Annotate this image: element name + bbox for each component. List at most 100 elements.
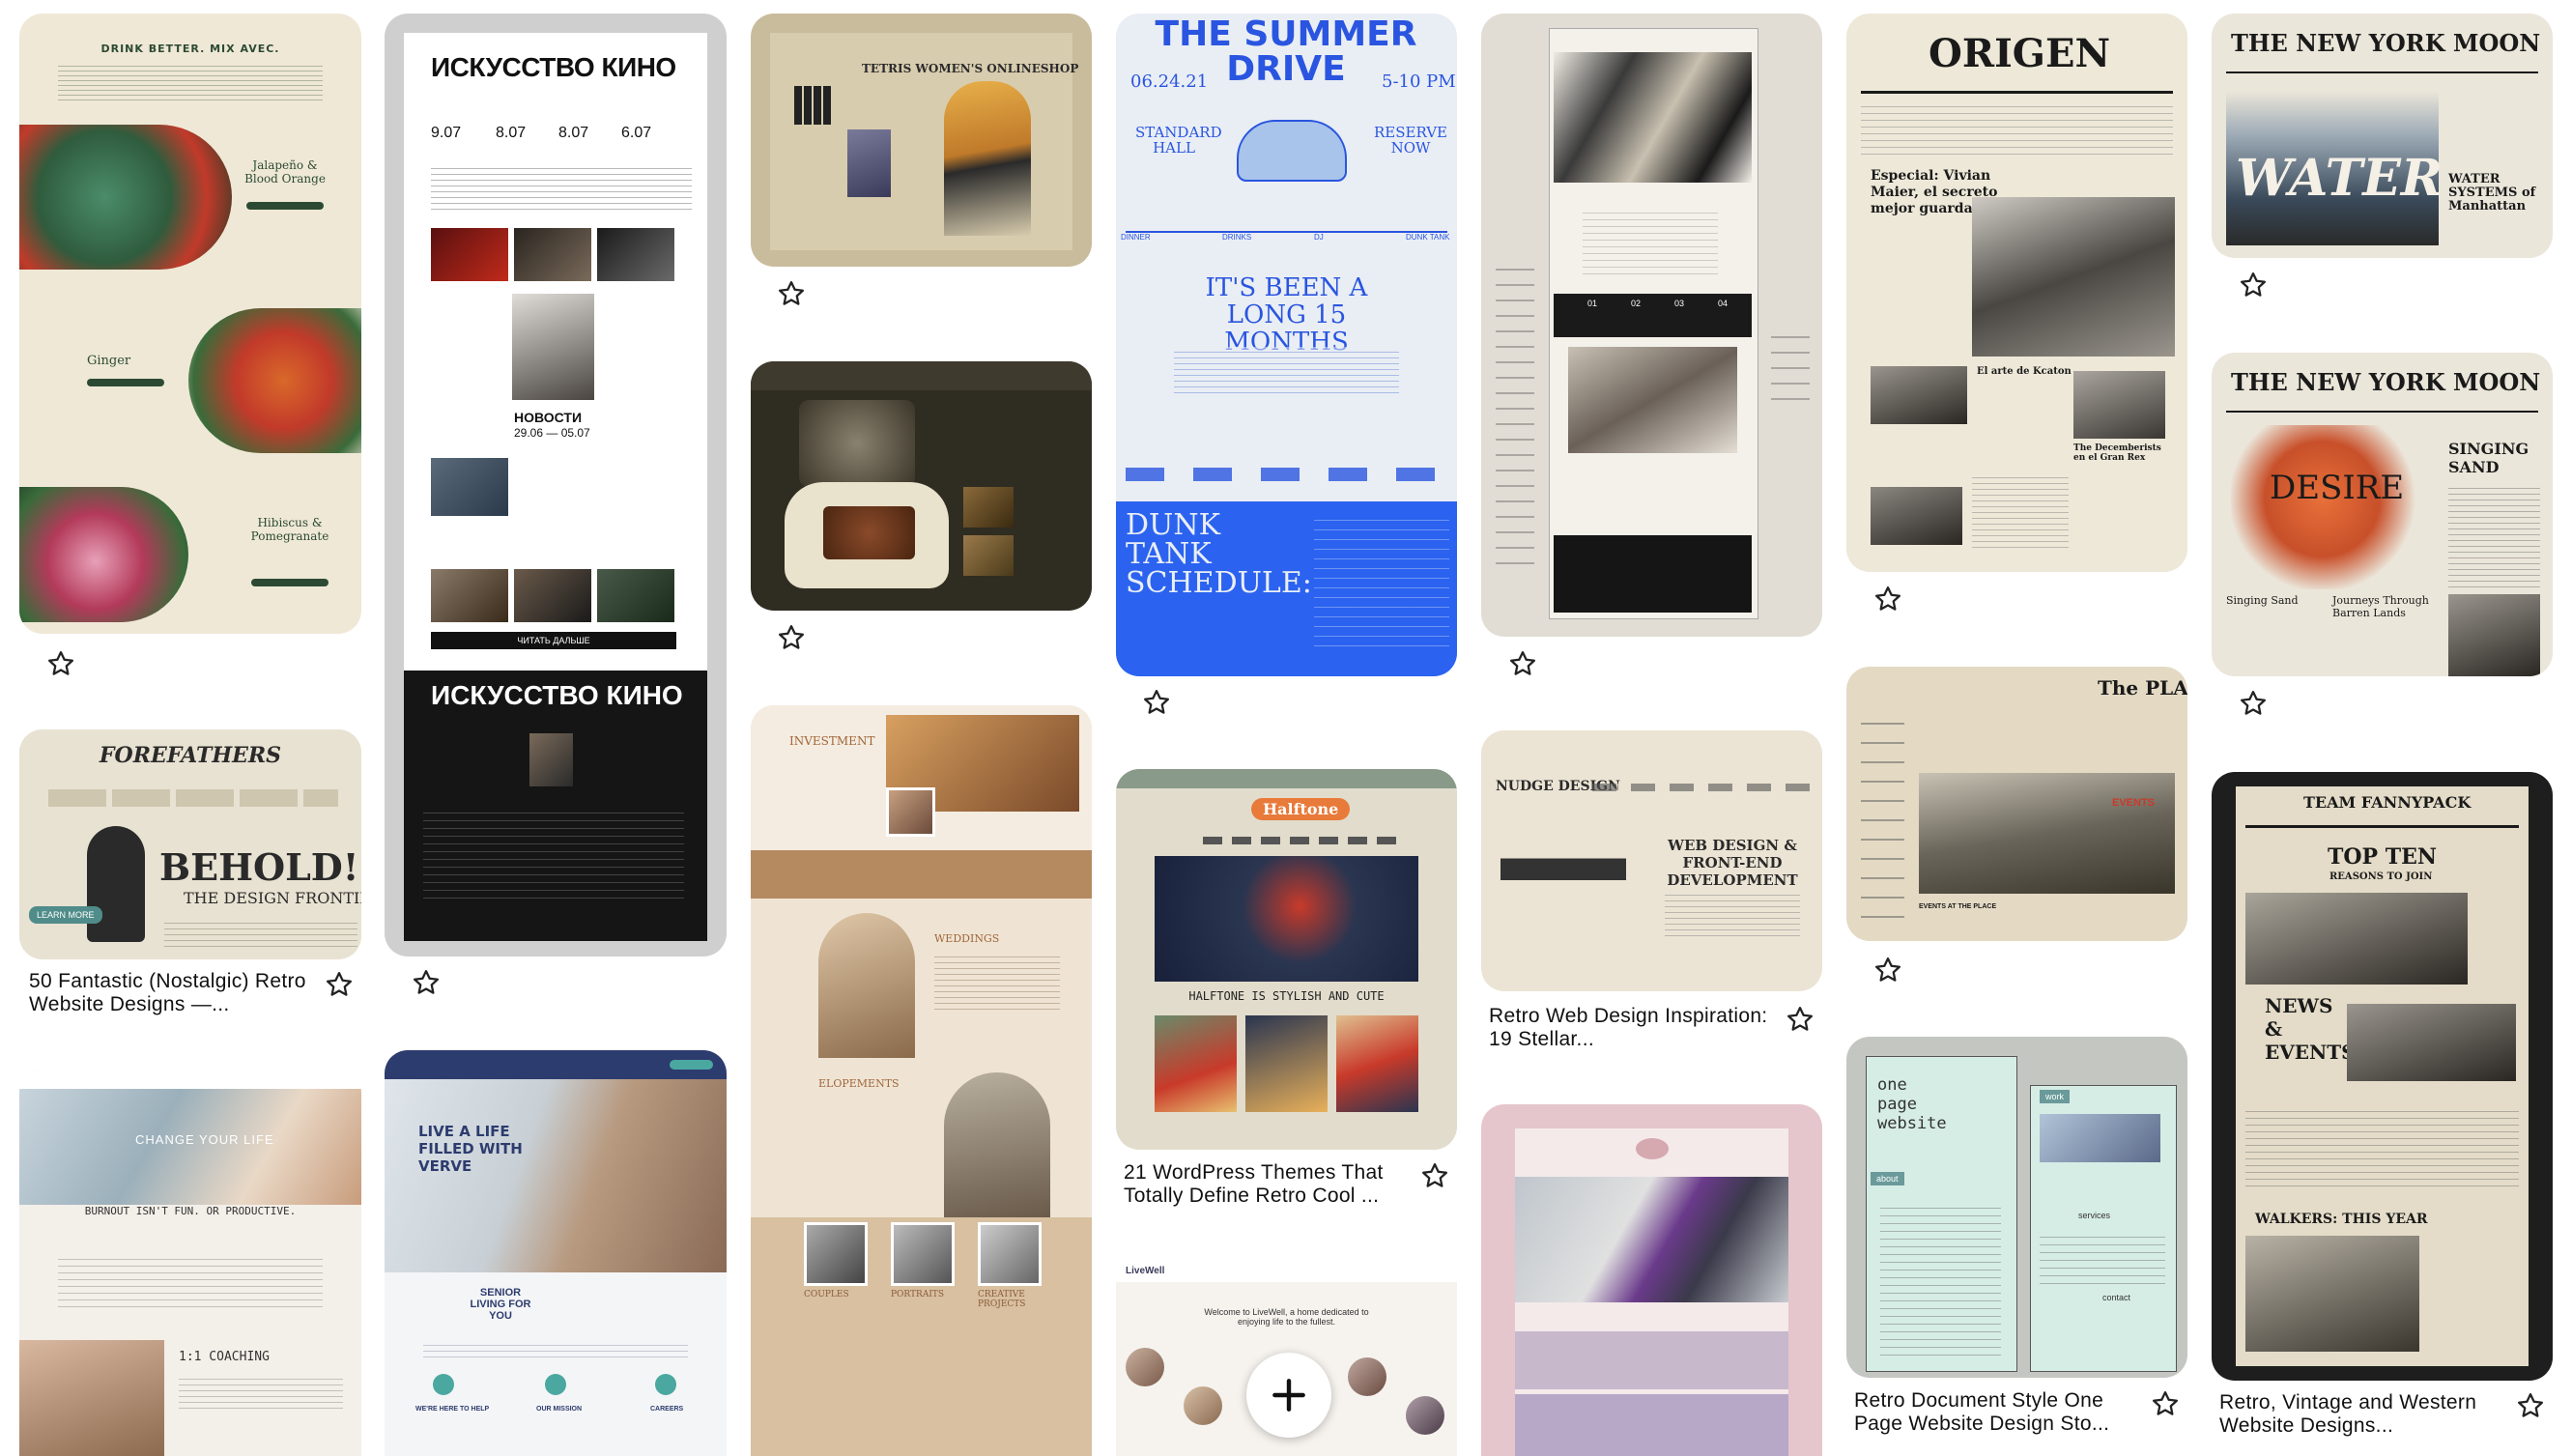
pin-title: The PLACE bbox=[2098, 676, 2187, 699]
pin-text-lines bbox=[934, 952, 1060, 1010]
pin-nav-bar bbox=[751, 361, 1092, 390]
save-star-icon[interactable] bbox=[777, 279, 806, 308]
pin-verve[interactable]: LIVE A LIFE FILLED WITH VERVE SENIOR LIV… bbox=[385, 1050, 727, 1456]
pin-subheadline: THE DESIGN FRONTIER bbox=[184, 889, 361, 907]
pin-ny-moon-water[interactable]: THE NEW YORK MOON WATER WATER SYSTEMS of… bbox=[2212, 14, 2553, 258]
pin-tetris[interactable]: TETRIS WOMEN'S ONLINESHOP bbox=[751, 14, 1092, 267]
pin-nav-item: DINNER bbox=[1121, 233, 1151, 242]
pin-nav-item: DUNK TANK bbox=[1406, 233, 1450, 242]
pin-column-title: Journeys Through Barren Lands bbox=[2332, 594, 2429, 619]
pin-button bbox=[87, 379, 164, 386]
pin-photo bbox=[2245, 1236, 2419, 1352]
pin-photo bbox=[1919, 773, 2175, 894]
pin-subheadline: The Decemberists en el Gran Rex bbox=[2073, 443, 2161, 463]
pin-band bbox=[751, 850, 1092, 899]
pin-nav-bar bbox=[1116, 1261, 1457, 1282]
pin-illustration bbox=[2231, 425, 2434, 589]
car-illustration bbox=[1237, 120, 1347, 182]
pin-column-title: WE'RE HERE TO HELP bbox=[415, 1406, 490, 1413]
pin-image bbox=[19, 487, 188, 622]
pin-subheadline: EVENTS AT THE PLACE bbox=[1919, 903, 1997, 910]
pin-coaching[interactable]: CHANGE YOUR LIFE BURNOUT ISN'T FUN. OR P… bbox=[19, 1070, 361, 1456]
pin-nav-bar bbox=[1116, 769, 1457, 788]
save-star-icon[interactable] bbox=[2239, 271, 2268, 300]
pin-caption[interactable]: 50 Fantastic (Nostalgic) Retro Website D… bbox=[29, 970, 309, 1016]
pin-column-title: PORTRAITS bbox=[891, 1290, 945, 1299]
save-star-icon[interactable] bbox=[777, 623, 806, 652]
pin-subheadline: WATER SYSTEMS of Manhattan bbox=[2448, 172, 2536, 214]
save-star-icon[interactable] bbox=[2239, 689, 2268, 718]
pin-read-more: ЧИТАТЬ ДАЛЬШЕ bbox=[431, 632, 676, 649]
pin-yoga-pink[interactable] bbox=[1481, 1104, 1822, 1456]
pin-ny-moon-desire[interactable]: THE NEW YORK MOON DESIRE SINGING SAND Si… bbox=[2212, 353, 2553, 676]
pin-caption[interactable]: 21 WordPress Themes That Totally Define … bbox=[1124, 1161, 1404, 1208]
pin-schedule-title: DUNK TANK SCHEDULE: bbox=[1126, 508, 1312, 600]
pin-text-lines bbox=[58, 1253, 323, 1311]
save-star-icon[interactable] bbox=[412, 968, 441, 997]
pin-button bbox=[246, 202, 324, 210]
pin-the-place[interactable]: The PLACE EVENTS EVENTS AT THE PLACE bbox=[1846, 667, 2187, 941]
pin-button bbox=[251, 579, 329, 586]
pin-sidebar-menu bbox=[1861, 705, 1904, 918]
pin-text-lines bbox=[1174, 347, 1399, 395]
pin-icon-circle bbox=[655, 1374, 676, 1395]
pin-nav-item: DRINKS bbox=[1222, 233, 1252, 242]
pin-collage-magazine[interactable]: 01 02 03 04 bbox=[1481, 14, 1822, 637]
pin-photo bbox=[431, 569, 508, 622]
save-star-icon[interactable] bbox=[2516, 1391, 2545, 1420]
pin-section-title: INVESTMENT bbox=[789, 734, 875, 748]
pin-text-lines bbox=[2245, 1105, 2519, 1192]
pin-forefathers[interactable]: FOREFATHERS BEHOLD! THE DESIGN FRONTIER … bbox=[19, 729, 361, 959]
save-star-icon[interactable] bbox=[1420, 1161, 1449, 1190]
pin-section-title: contact bbox=[2102, 1293, 2131, 1302]
save-star-icon[interactable] bbox=[2151, 1389, 2180, 1418]
save-star-icon[interactable] bbox=[1508, 649, 1537, 678]
pin-text-lines bbox=[1583, 207, 1718, 274]
pin-headline: IT'S BEEN A LONG 15 MONTHS bbox=[1205, 273, 1368, 357]
create-pin-button[interactable] bbox=[1246, 1353, 1331, 1438]
pin-nudge-design[interactable]: NUDGE DESIGN WEB DESIGN & FRONT-END DEVE… bbox=[1481, 730, 1822, 991]
pin-image bbox=[19, 1340, 164, 1456]
pin-caption[interactable]: Retro, Vintage and Western Website Desig… bbox=[2219, 1391, 2500, 1438]
save-star-icon[interactable] bbox=[46, 649, 75, 678]
pin-icon-circle bbox=[433, 1374, 454, 1395]
pin-wedding-photographer[interactable]: INVESTMENT WEDDINGS ELOPEMENTS COUPLES P… bbox=[751, 705, 1092, 1456]
pin-section-title: NEWS & EVENTS bbox=[2265, 994, 2356, 1064]
pin-photo bbox=[963, 487, 1014, 528]
pin-text-lines bbox=[423, 806, 684, 902]
pin-rule bbox=[2226, 411, 2538, 413]
pin-photo bbox=[431, 458, 508, 516]
pin-brand: Halftone bbox=[1251, 798, 1351, 820]
pin-section-title: services bbox=[2078, 1211, 2111, 1220]
pin-halftone[interactable]: Halftone HALFTONE IS STYLISH AND CUTE bbox=[1116, 769, 1457, 1150]
pin-summer-drive[interactable]: THE SUMMER DRIVE 06.24.21 5-10 PM STANDA… bbox=[1116, 14, 1457, 676]
pin-garrard-farms[interactable] bbox=[751, 361, 1092, 611]
save-star-icon[interactable] bbox=[325, 970, 354, 999]
pin-hero-image bbox=[799, 400, 915, 487]
pin-column-title: COUPLES bbox=[804, 1290, 849, 1299]
save-star-icon[interactable] bbox=[1873, 585, 1902, 614]
pin-photo bbox=[597, 228, 674, 281]
pin-step-number: 01 bbox=[1587, 299, 1598, 308]
pin-column-title: OUR MISSION bbox=[536, 1406, 583, 1413]
pin-avec[interactable]: DRINK BETTER. MIX AVEC. Jalapeño & Blood… bbox=[19, 14, 361, 634]
pin-iskusstvo-kino[interactable]: ИСКУССТВО КИНО 9.07 8.07 8.07 6.07 НОВОС… bbox=[385, 14, 727, 956]
pin-welcome: Welcome to LiveWell, a home dedicated to… bbox=[1204, 1307, 1369, 1327]
pin-column-title: Singing Sand bbox=[2226, 594, 2299, 607]
pin-text-lines bbox=[1861, 100, 2173, 158]
pin-cta: LEARN MORE bbox=[29, 906, 102, 924]
pin-team-fannypack[interactable]: TEAM FANNYPACK TOP TEN REASONS TO JOIN N… bbox=[2212, 772, 2553, 1381]
pin-caption[interactable]: Retro Web Design Inspiration: 19 Stellar… bbox=[1489, 1005, 1769, 1051]
save-star-icon[interactable] bbox=[1142, 688, 1171, 717]
pin-collage bbox=[1554, 52, 1752, 183]
pin-photo bbox=[529, 733, 573, 786]
pin-photo bbox=[1972, 197, 2175, 357]
pin-image bbox=[19, 125, 232, 270]
plus-icon bbox=[1272, 1379, 1305, 1412]
pin-one-page-website[interactable]: one page website about work services con… bbox=[1846, 1037, 2187, 1378]
pin-origen[interactable]: ORIGEN Especial: Vivian Maier, el secret… bbox=[1846, 14, 2187, 572]
pin-text-lines bbox=[1972, 472, 2069, 550]
save-star-icon[interactable] bbox=[1873, 956, 1902, 985]
save-star-icon[interactable] bbox=[1786, 1005, 1815, 1034]
pin-caption[interactable]: Retro Document Style One Page Website De… bbox=[1854, 1389, 2134, 1436]
